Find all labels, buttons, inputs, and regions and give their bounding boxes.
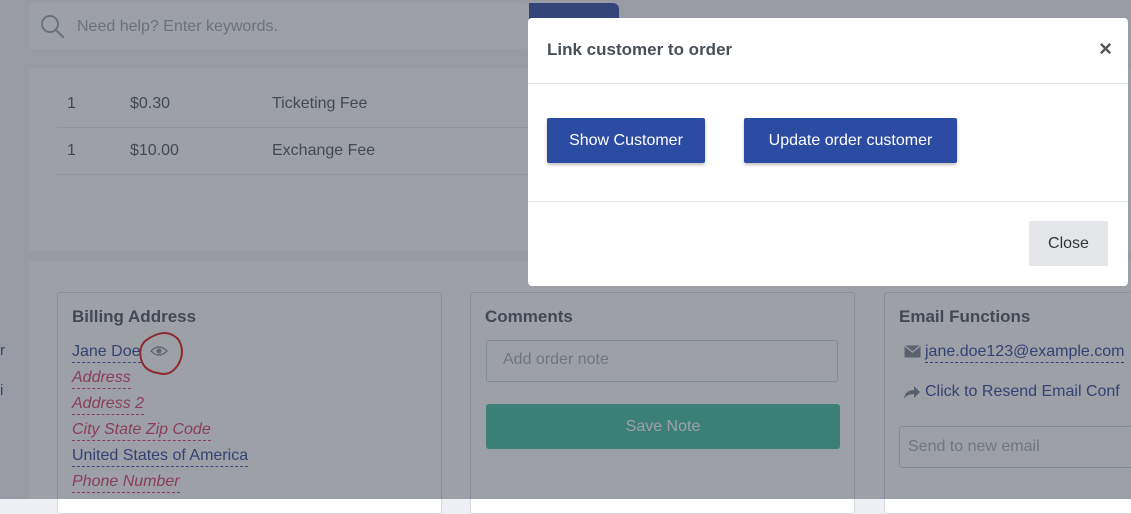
modal-title: Link customer to order <box>547 40 733 59</box>
modal-header-divider <box>528 83 1128 84</box>
close-icon[interactable]: × <box>1099 38 1112 60</box>
update-order-customer-button[interactable]: Update order customer <box>744 118 957 163</box>
show-customer-button[interactable]: Show Customer <box>547 118 705 163</box>
close-button[interactable]: Close <box>1029 221 1108 266</box>
link-customer-modal: Link customer to order × Show Customer U… <box>528 18 1128 286</box>
modal-footer-divider <box>528 201 1128 202</box>
